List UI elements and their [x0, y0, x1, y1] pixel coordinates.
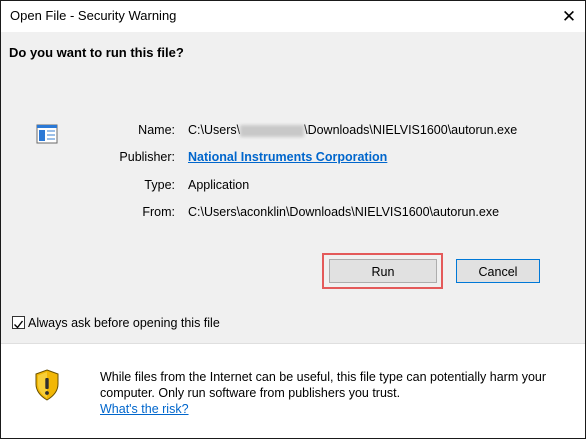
close-icon[interactable]: ✕ [553, 1, 585, 32]
name-value-suffix: \Downloads\NIELVIS1600\autorun.exe [304, 123, 518, 137]
dialog-question: Do you want to run this file? [9, 45, 184, 60]
checkmark-icon [14, 320, 24, 329]
type-label: Type: [144, 178, 175, 192]
security-shield-icon [35, 369, 59, 401]
title-bar: Open File - Security Warning ✕ [1, 1, 585, 32]
security-warning-dialog: Open File - Security Warning ✕ Do you wa… [0, 0, 586, 439]
name-value-prefix: C:\Users\ [188, 123, 241, 137]
from-value: C:\Users\aconklin\Downloads\NIELVIS1600\… [188, 205, 500, 219]
publisher-link[interactable]: National Instruments Corporation [188, 150, 387, 164]
cancel-button[interactable]: Cancel [456, 259, 540, 283]
warning-text: While files from the Internet can be use… [100, 370, 547, 400]
whats-the-risk-link[interactable]: What's the risk? [100, 402, 189, 416]
type-value: Application [188, 178, 250, 192]
run-button[interactable]: Run [329, 259, 437, 283]
from-label: From: [142, 205, 175, 219]
always-ask-label[interactable]: Always ask before opening this file [28, 316, 220, 330]
name-value: C:\Users\ \Downloads\NIELVIS1600\autorun.… [188, 123, 517, 137]
window-title: Open File - Security Warning [10, 8, 177, 23]
publisher-label: Publisher: [119, 150, 175, 164]
name-label: Name: [138, 123, 175, 137]
always-ask-checkbox[interactable] [12, 316, 25, 329]
redacted-username [240, 124, 305, 137]
warning-message: While files from the Internet can be use… [100, 369, 570, 417]
